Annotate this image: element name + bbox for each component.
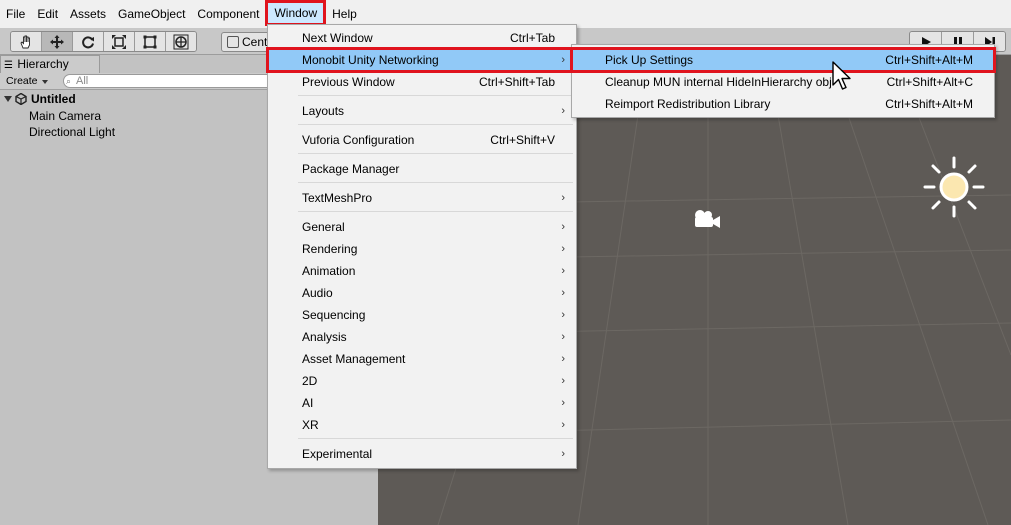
menu-item-previous-window[interactable]: Previous Window Ctrl+Shift+Tab bbox=[268, 71, 576, 93]
menu-help[interactable]: Help bbox=[326, 3, 363, 25]
hierarchy-tab-label: Hierarchy bbox=[17, 57, 69, 71]
menu-item-asset-management[interactable]: Asset Management › bbox=[268, 348, 576, 370]
submenu-arrow-icon: › bbox=[561, 54, 565, 66]
menu-item-xr[interactable]: XR › bbox=[268, 414, 576, 436]
pivot-center-label: Cent bbox=[242, 35, 268, 49]
submenu-arrow-icon: › bbox=[561, 353, 565, 365]
submenu-arrow-icon: › bbox=[561, 105, 565, 117]
menu-separator bbox=[298, 182, 573, 183]
menu-item-analysis[interactable]: Analysis › bbox=[268, 326, 576, 348]
scene-name: Untitled bbox=[31, 92, 76, 106]
menu-separator bbox=[298, 153, 573, 154]
hierarchy-item-main-camera[interactable]: Main Camera bbox=[29, 109, 101, 123]
menu-item-rendering[interactable]: Rendering › bbox=[268, 238, 576, 260]
window-dropdown-menu: Next Window Ctrl+Tab Monobit Unity Netwo… bbox=[266, 24, 578, 469]
menu-window[interactable]: Window bbox=[265, 0, 327, 26]
mouse-cursor-icon bbox=[832, 61, 851, 90]
menu-separator bbox=[298, 438, 573, 439]
transform-tool-icon[interactable] bbox=[166, 32, 196, 51]
rect-tool-icon[interactable] bbox=[135, 32, 166, 51]
menu-item-vuforia-configuration[interactable]: Vuforia Configuration Ctrl+Shift+V bbox=[268, 129, 576, 151]
menu-item-animation[interactable]: Animation › bbox=[268, 260, 576, 282]
list-icon: ☰ bbox=[4, 60, 13, 71]
scene-row[interactable]: Untitled bbox=[4, 92, 76, 106]
menu-item-audio[interactable]: Audio › bbox=[268, 282, 576, 304]
menu-item-experimental[interactable]: Experimental › bbox=[268, 443, 576, 465]
hand-tool-icon[interactable] bbox=[11, 32, 42, 51]
menu-separator bbox=[298, 95, 573, 96]
monobit-submenu: Pick Up Settings Ctrl+Shift+Alt+M Cleanu… bbox=[570, 44, 996, 118]
menu-file[interactable]: File bbox=[0, 3, 31, 25]
create-dropdown[interactable]: Create bbox=[6, 74, 48, 88]
menu-assets[interactable]: Assets bbox=[64, 3, 112, 25]
camera-gizmo-icon[interactable] bbox=[691, 209, 723, 231]
rotate-tool-icon[interactable] bbox=[73, 32, 104, 51]
hierarchy-tab[interactable]: ☰ Hierarchy bbox=[0, 55, 100, 73]
submenu-arrow-icon: › bbox=[561, 448, 565, 460]
submenu-item-pick-up-settings[interactable]: Pick Up Settings Ctrl+Shift+Alt+M bbox=[570, 47, 996, 73]
menu-item-sequencing[interactable]: Sequencing › bbox=[268, 304, 576, 326]
submenu-arrow-icon: › bbox=[561, 309, 565, 321]
menu-component[interactable]: Component bbox=[191, 3, 265, 25]
menu-item-ai[interactable]: AI › bbox=[268, 392, 576, 414]
menu-separator bbox=[298, 124, 573, 125]
submenu-item-cleanup-mun[interactable]: Cleanup MUN internal HideInHierarchy obj… bbox=[572, 71, 994, 93]
transform-tools bbox=[10, 31, 197, 52]
submenu-arrow-icon: › bbox=[561, 265, 565, 277]
expand-arrow-icon[interactable] bbox=[4, 96, 12, 102]
menu-item-layouts[interactable]: Layouts › bbox=[268, 100, 576, 122]
submenu-arrow-icon: › bbox=[561, 243, 565, 255]
submenu-arrow-icon: › bbox=[561, 397, 565, 409]
menu-item-textmeshpro[interactable]: TextMeshPro › bbox=[268, 187, 576, 209]
menu-item-package-manager[interactable]: Package Manager bbox=[268, 158, 576, 180]
pivot-icon bbox=[227, 36, 239, 48]
menu-edit[interactable]: Edit bbox=[31, 3, 64, 25]
submenu-arrow-icon: › bbox=[561, 287, 565, 299]
submenu-arrow-icon: › bbox=[561, 221, 565, 233]
submenu-arrow-icon: › bbox=[561, 331, 565, 343]
submenu-arrow-icon: › bbox=[561, 375, 565, 387]
hierarchy-search-input[interactable]: ⌕ All bbox=[63, 74, 278, 88]
submenu-item-reimport-redistribution[interactable]: Reimport Redistribution Library Ctrl+Shi… bbox=[572, 93, 994, 115]
unity-scene-icon bbox=[15, 93, 27, 105]
search-icon: ⌕ bbox=[66, 76, 72, 86]
move-tool-icon[interactable] bbox=[42, 32, 73, 51]
menu-item-next-window[interactable]: Next Window Ctrl+Tab bbox=[268, 27, 576, 49]
menu-item-general[interactable]: General › bbox=[268, 216, 576, 238]
light-gizmo-icon[interactable] bbox=[923, 156, 985, 218]
submenu-arrow-icon: › bbox=[561, 192, 565, 204]
menu-gameobject[interactable]: GameObject bbox=[112, 3, 191, 25]
hierarchy-item-directional-light[interactable]: Directional Light bbox=[29, 125, 115, 139]
submenu-arrow-icon: › bbox=[561, 419, 565, 431]
scale-tool-icon[interactable] bbox=[104, 32, 135, 51]
menu-item-2d[interactable]: 2D › bbox=[268, 370, 576, 392]
menu-item-monobit-unity-networking[interactable]: Monobit Unity Networking › bbox=[266, 47, 578, 73]
menu-separator bbox=[298, 211, 573, 212]
search-placeholder: All bbox=[76, 75, 89, 87]
